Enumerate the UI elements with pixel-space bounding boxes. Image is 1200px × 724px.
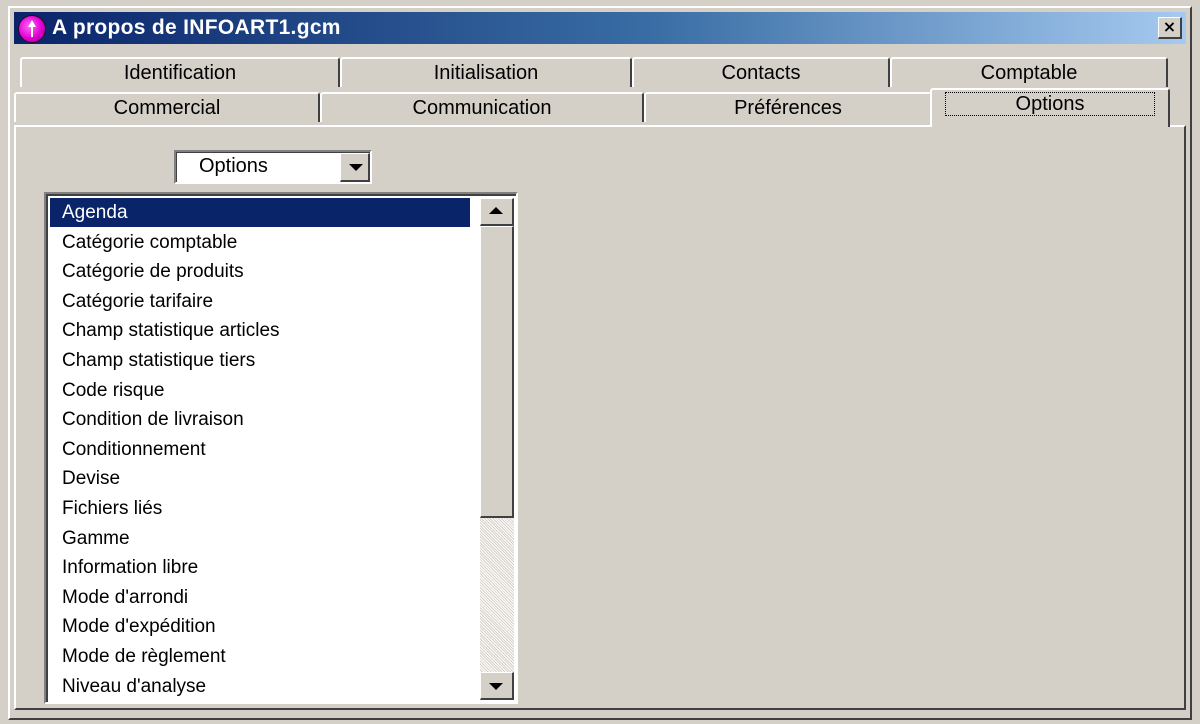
list-item[interactable]: Catégorie tarifaire bbox=[50, 287, 470, 316]
close-button[interactable]: × bbox=[1158, 17, 1182, 39]
tab-label: Contacts bbox=[721, 62, 801, 84]
scrollbar-thumb[interactable] bbox=[480, 226, 514, 518]
list-item[interactable]: Champ statistique tiers bbox=[50, 346, 470, 375]
tab-label: Préférences bbox=[734, 97, 842, 119]
app-icon bbox=[18, 15, 46, 43]
window-title: A propos de INFOART1.gcm bbox=[52, 16, 341, 39]
list-item[interactable]: Agenda bbox=[50, 198, 470, 227]
tab-label: Comptable bbox=[980, 62, 1078, 84]
list-item[interactable]: Information libre bbox=[50, 553, 470, 582]
options-dropdown[interactable]: Options bbox=[174, 150, 372, 184]
tab-label: Options bbox=[944, 92, 1156, 116]
tab-preferences[interactable]: Préférences bbox=[644, 92, 932, 122]
tab-initialisation[interactable]: Initialisation bbox=[340, 57, 632, 87]
list-item[interactable]: Catégorie comptable bbox=[50, 228, 470, 257]
tab-options[interactable]: Options bbox=[930, 88, 1170, 127]
list-item[interactable]: Catégorie de produits bbox=[50, 257, 470, 286]
list-item[interactable]: Code risque bbox=[50, 376, 470, 405]
tab-comptable[interactable]: Comptable bbox=[890, 57, 1168, 87]
tab-communication[interactable]: Communication bbox=[320, 92, 644, 122]
dropdown-value: Options bbox=[199, 155, 268, 177]
tab-label: Identification bbox=[123, 62, 237, 84]
tab-identification[interactable]: Identification bbox=[20, 57, 340, 87]
list-item[interactable]: Condition de livraison bbox=[50, 405, 470, 434]
list-item[interactable]: Conditionnement bbox=[50, 435, 470, 464]
tab-label: Communication bbox=[412, 97, 552, 119]
scroll-up-button[interactable] bbox=[480, 198, 514, 226]
scroll-down-button[interactable] bbox=[480, 672, 514, 700]
list-item[interactable]: Champ statistique articles bbox=[50, 316, 470, 345]
list-item[interactable]: Devise bbox=[50, 464, 470, 493]
arrow-down-icon bbox=[489, 683, 503, 690]
tab-label: Commercial bbox=[113, 97, 221, 119]
tab-label: Initialisation bbox=[433, 62, 539, 84]
about-dialog: A propos de INFOART1.gcm × Identificatio… bbox=[8, 6, 1192, 720]
close-icon: × bbox=[1162, 17, 1177, 36]
list-item[interactable]: Mode d'arrondi bbox=[50, 583, 470, 612]
chevron-down-icon bbox=[349, 164, 363, 171]
dropdown-button[interactable] bbox=[340, 153, 370, 182]
list-item[interactable]: Niveau d'analyse bbox=[50, 672, 470, 701]
list-item[interactable]: Mode de règlement bbox=[50, 642, 470, 671]
title-bar[interactable]: A propos de INFOART1.gcm × bbox=[14, 12, 1186, 44]
options-listbox[interactable]: Agenda Catégorie comptable Catégorie de pr… bbox=[44, 192, 518, 704]
tab-contacts[interactable]: Contacts bbox=[632, 57, 890, 87]
list-item[interactable]: Fichiers liés bbox=[50, 494, 470, 523]
arrow-up-icon bbox=[489, 207, 503, 214]
vertical-scrollbar[interactable] bbox=[480, 198, 514, 700]
list-item[interactable]: Mode d'expédition bbox=[50, 612, 470, 641]
tab-commercial[interactable]: Commercial bbox=[14, 92, 320, 122]
list-item[interactable]: Gamme bbox=[50, 524, 470, 553]
